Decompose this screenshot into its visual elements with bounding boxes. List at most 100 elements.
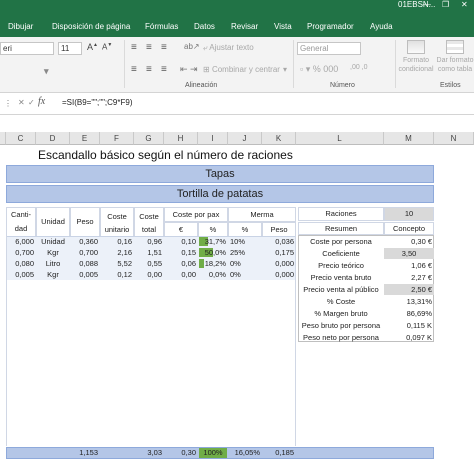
row1-unidad: Unidad: [41, 237, 65, 246]
divider: [293, 40, 294, 88]
column-header-g[interactable]: G: [134, 132, 164, 145]
summary-label-0: Coste por persona: [310, 237, 372, 246]
enter-icon[interactable]: ✓: [28, 98, 35, 107]
row3-pct: 18,2%: [204, 259, 226, 268]
align-right-icon[interactable]: ≡: [161, 64, 167, 75]
align-center-icon[interactable]: ≡: [146, 64, 152, 75]
row1-peso: 0,360: [79, 237, 98, 246]
column-header-c[interactable]: C: [6, 132, 36, 145]
conditional-format-button[interactable]: Formato condicional: [398, 40, 434, 74]
column-header-l[interactable]: L: [296, 132, 384, 145]
summary-label-7: Peso bruto por persona: [301, 321, 381, 330]
column-header-d[interactable]: D: [36, 132, 70, 145]
row2-cantidad: 0,700: [15, 248, 34, 257]
title-bar: 01EBSN... — ❐ ✕: [0, 0, 474, 10]
header-coste-total: Coste total: [134, 207, 164, 237]
summary-label-4: Precio venta al público: [303, 285, 379, 294]
summary-label-3: Precio venta bruto: [310, 273, 372, 282]
font-name-select[interactable]: eri: [0, 42, 54, 55]
column-header-n[interactable]: N: [434, 132, 474, 145]
formula-input[interactable]: =SI(B9="";"";C9*F9): [62, 98, 133, 107]
merge-center-button[interactable]: ⊞ Combinar y centrar: [203, 65, 280, 74]
merge-icon: ⊞: [203, 65, 212, 74]
row2-merma-pct: 25%: [230, 248, 246, 257]
row1-merma-pct: 10%: [230, 237, 246, 246]
styles-group-label: Estilos: [440, 82, 461, 89]
row2-unidad: Kgr: [47, 248, 59, 257]
column-header-f[interactable]: F: [100, 132, 134, 145]
column-header-e[interactable]: E: [70, 132, 100, 145]
tab-datos[interactable]: Datos: [194, 21, 215, 33]
dropdown-arrow-icon[interactable]: ▾: [283, 65, 287, 74]
tab-ayuda[interactable]: Ayuda: [370, 21, 393, 33]
row3-euro: 0,06: [181, 259, 196, 268]
row2-coste-total: 1,51: [147, 248, 162, 257]
summary-value-2: 1,06 €: [411, 261, 432, 270]
decimal-icons[interactable]: ,00 ,0: [350, 64, 368, 71]
percent-icons[interactable]: ▫ ▾ % 000: [300, 64, 338, 75]
column-header-k[interactable]: K: [262, 132, 296, 145]
tab-disposicion[interactable]: Disposición de página: [52, 21, 130, 33]
number-group-label: Número: [330, 82, 355, 89]
align-left-icon[interactable]: ≡: [131, 64, 137, 75]
row4-coste-total: 0,00: [147, 270, 162, 279]
row1-cantidad: 6,000: [15, 237, 34, 246]
tab-revisar[interactable]: Revisar: [231, 21, 258, 33]
indent-icon[interactable]: ⇤ ⇥: [180, 64, 198, 75]
column-header-i[interactable]: I: [198, 132, 228, 145]
close-button[interactable]: ✕: [461, 0, 468, 10]
summary-value-1[interactable]: 3,50: [384, 248, 434, 259]
grow-font-icon[interactable]: A▲: [87, 42, 98, 52]
column-header-j[interactable]: J: [228, 132, 262, 145]
column-header-h[interactable]: H: [164, 132, 198, 145]
number-format-select[interactable]: General: [297, 42, 361, 55]
tab-vista[interactable]: Vista: [274, 21, 292, 33]
summary-value-4[interactable]: 2,50 €: [384, 284, 434, 295]
align-middle-icon[interactable]: ≡: [146, 42, 152, 53]
row3-coste-total: 0,55: [147, 259, 162, 268]
summary-header-resumen: Resumen: [298, 222, 384, 235]
formula-bar-dots: ⋮: [4, 99, 12, 108]
column-header-m[interactable]: M: [384, 132, 434, 145]
row1-coste-unitario: 0,16: [117, 237, 132, 246]
bold-icon[interactable]: ▾: [44, 66, 49, 77]
summary-label-5: % Coste: [326, 297, 356, 306]
format-table-label: Dar formato como tabla: [436, 57, 474, 73]
total-coste: 3,03: [147, 448, 162, 457]
summary-label-2: Precio teórico: [318, 261, 364, 270]
format-table-button[interactable]: Dar formato como tabla: [436, 40, 474, 74]
summary-header-concepto: Concepto: [384, 222, 434, 235]
orientation-icon[interactable]: ab↗: [184, 42, 200, 51]
header-percent: %: [198, 222, 228, 237]
raciones-value[interactable]: 10: [384, 207, 434, 221]
row4-merma-peso: 0,000: [275, 270, 294, 279]
summary-label-1: Coeficiente: [322, 249, 360, 258]
header-coste-por-pax: Coste por pax: [164, 207, 228, 222]
divider: [124, 40, 125, 88]
summary-label-8: Peso neto por persona: [303, 333, 379, 342]
tab-programador[interactable]: Programador: [307, 21, 354, 33]
wrap-text-button[interactable]: ⤶ Ajustar texto: [203, 43, 254, 53]
row3-coste-unitario: 5,52: [117, 259, 132, 268]
banner-tapas: Tapas: [6, 165, 434, 183]
row4-coste-unitario: 0,12: [117, 270, 132, 279]
font-size-select[interactable]: 11: [58, 42, 82, 55]
worksheet[interactable]: Escandallo básico según el número de rac…: [0, 145, 474, 474]
tab-formulas[interactable]: Fórmulas: [145, 21, 178, 33]
header-unidad: Unidad: [36, 207, 70, 237]
tab-dibujar[interactable]: Dibujar: [8, 21, 33, 33]
header-cantidad: Canti-dad: [6, 207, 36, 237]
row4-cantidad: 0,005: [15, 270, 34, 279]
fx-icon[interactable]: fx: [38, 96, 45, 107]
restore-button[interactable]: ❐: [442, 0, 449, 10]
cancel-icon[interactable]: ✕: [18, 98, 25, 107]
align-bottom-icon[interactable]: ≡: [161, 42, 167, 53]
row2-coste-unitario: 2,16: [117, 248, 132, 257]
total-euro: 0,30: [181, 448, 196, 457]
merge-center-label: Combinar y centrar: [211, 65, 280, 74]
align-top-icon[interactable]: ≡: [131, 42, 137, 53]
shrink-font-icon[interactable]: A▼: [102, 42, 112, 52]
minimize-button[interactable]: —: [423, 0, 431, 10]
row4-unidad: Kgr: [47, 270, 59, 279]
summary-label-6: % Margen bruto: [314, 309, 368, 318]
